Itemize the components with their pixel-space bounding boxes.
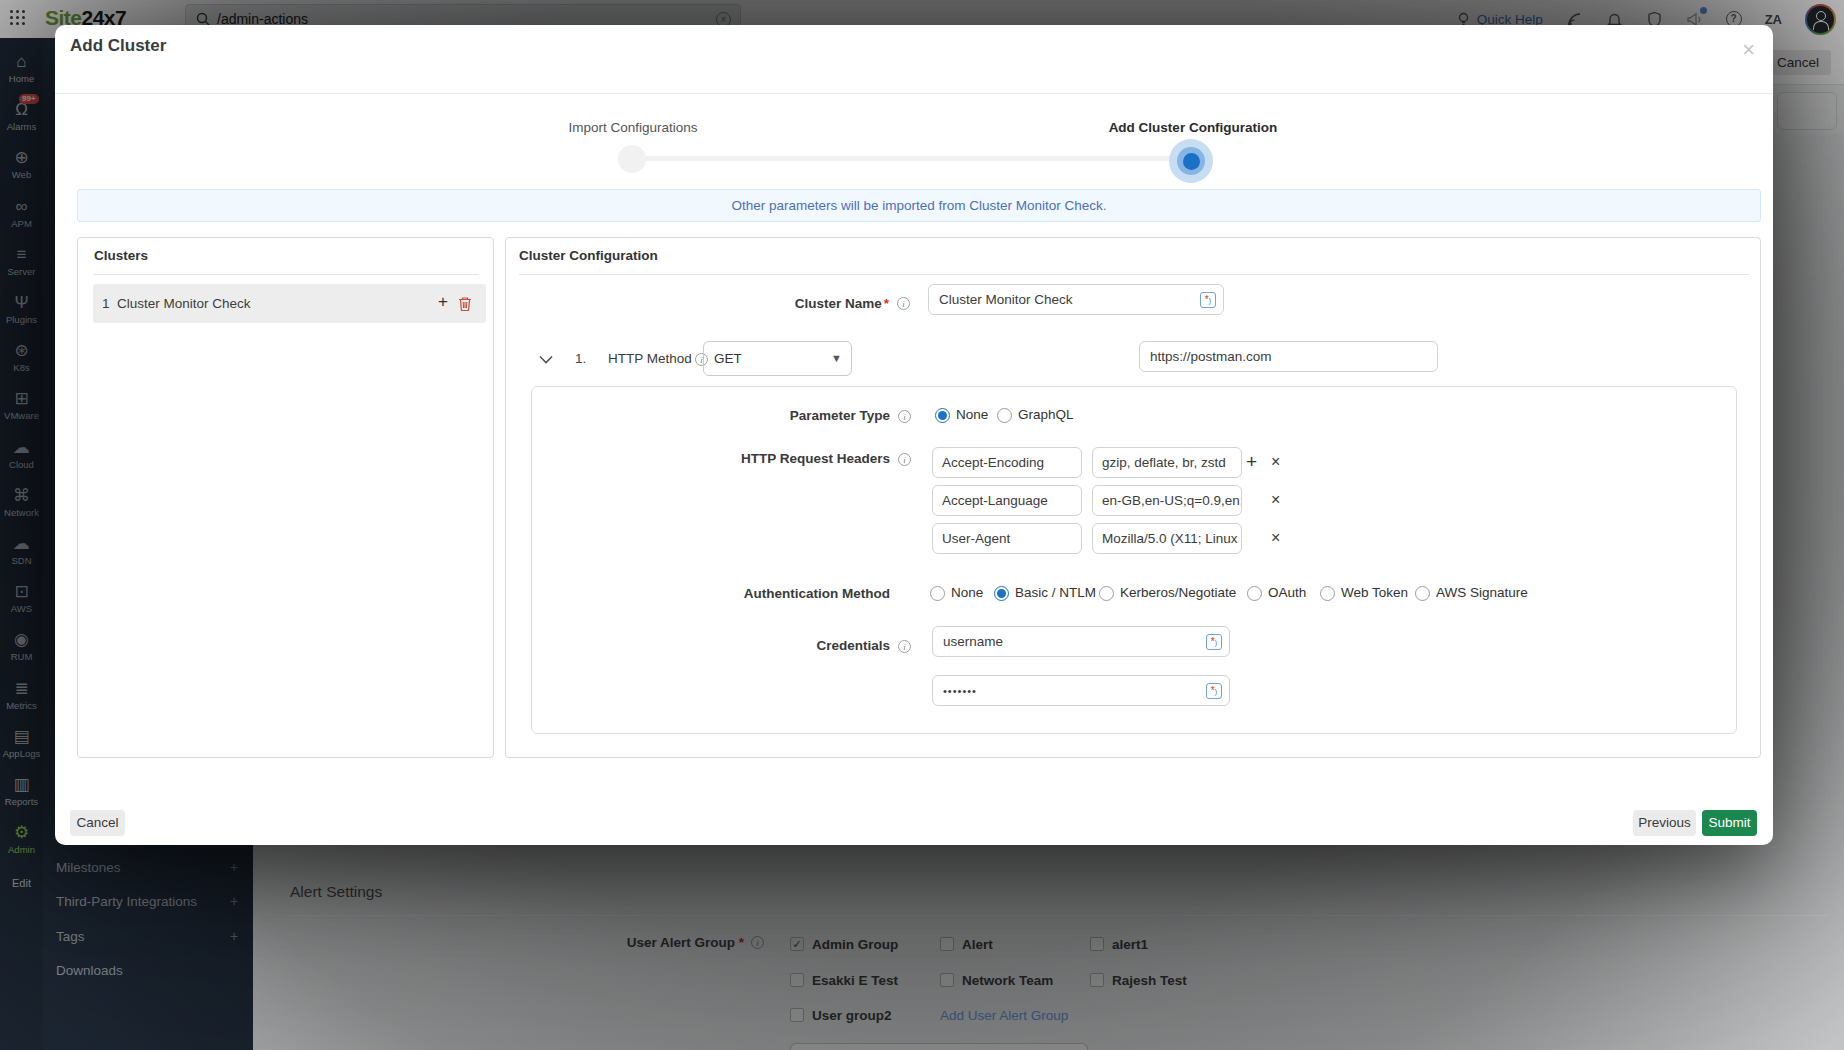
divider <box>519 274 1749 275</box>
radio-label[interactable]: AWS Signature <box>1436 585 1528 600</box>
clusters-panel-title: Clusters <box>94 248 148 263</box>
cancel-button[interactable]: Cancel <box>70 810 125 836</box>
radio-aws-signature[interactable] <box>1415 586 1430 601</box>
radio-label[interactable]: None <box>951 585 983 600</box>
remove-header-icon[interactable]: × <box>1271 530 1280 546</box>
add-cluster-modal: Add Cluster × Import Configurations Add … <box>55 25 1773 845</box>
info-icon[interactable]: i <box>898 453 911 466</box>
cluster-name-input[interactable]: Cluster Monitor Check *) <box>928 284 1224 315</box>
http-method-label: HTTP Method <box>608 351 692 366</box>
radio-label[interactable]: Basic / NTLM <box>1015 585 1096 600</box>
url-input[interactable]: https://postman.com <box>1139 341 1438 372</box>
authentication-method-label: Authentication Method <box>532 586 890 601</box>
info-icon[interactable]: i <box>897 297 910 310</box>
radio-basic-ntlm[interactable] <box>994 586 1009 601</box>
remove-header-icon[interactable]: × <box>1271 492 1280 508</box>
variable-icon[interactable]: *) <box>1206 683 1222 699</box>
radio-label[interactable]: Kerberos/Negotiate <box>1120 585 1236 600</box>
remove-header-icon[interactable]: × <box>1271 454 1280 470</box>
step-add-cluster-configuration-label: Add Cluster Configuration <box>1093 120 1293 135</box>
modal-title: Add Cluster <box>70 36 166 56</box>
parameter-type-label: Parameter Type <box>532 408 890 423</box>
radio-graphql[interactable] <box>997 408 1012 423</box>
close-icon[interactable]: × <box>1742 39 1755 61</box>
previous-button[interactable]: Previous <box>1633 810 1696 836</box>
header-value-input[interactable]: Mozilla/5.0 (X11; Linux x86_64) AppleWeb… <box>1092 523 1242 554</box>
clusters-panel: Clusters 1 Cluster Monitor Check + <box>77 237 494 758</box>
cluster-list-item[interactable]: 1 Cluster Monitor Check + <box>93 284 486 323</box>
credentials-label: Credentials <box>532 638 890 653</box>
divider <box>94 274 479 275</box>
add-header-icon[interactable]: + <box>1246 452 1257 471</box>
delete-cluster-icon[interactable] <box>458 296 472 311</box>
cluster-name-label: Cluster Name* <box>506 296 889 311</box>
variable-icon[interactable]: *) <box>1206 634 1222 650</box>
username-input[interactable]: username *) <box>932 626 1230 657</box>
divider <box>55 93 1773 94</box>
step-import-configurations-dot[interactable] <box>618 145 646 173</box>
variable-icon[interactable]: *) <box>1200 292 1216 308</box>
header-key-input[interactable]: Accept-Encoding <box>932 447 1082 478</box>
radio-label[interactable]: Web Token <box>1341 585 1408 600</box>
info-icon[interactable]: i <box>898 640 911 653</box>
radio-web-token[interactable] <box>1320 586 1335 601</box>
http-request-headers-label: HTTP Request Headers <box>532 451 890 466</box>
screen: Cancel Alert Settings User Alert Group *… <box>0 0 1844 1050</box>
radio-kerberos-negotiate[interactable] <box>1099 586 1114 601</box>
cluster-configuration-title: Cluster Configuration <box>519 248 658 263</box>
request-settings-group: Parameter Type i None GraphQL HTTP Reques… <box>531 386 1737 734</box>
radio-label[interactable]: OAuth <box>1268 585 1306 600</box>
add-cluster-icon[interactable]: + <box>438 292 448 312</box>
info-icon[interactable]: i <box>898 410 911 423</box>
radio-oauth[interactable] <box>1247 586 1262 601</box>
step-add-cluster-configuration-dot[interactable] <box>1169 139 1213 183</box>
collapse-chevron-icon[interactable] <box>539 355 553 364</box>
header-key-input[interactable]: User-Agent <box>932 523 1082 554</box>
radio-none[interactable] <box>935 408 950 423</box>
submit-button[interactable]: Submit <box>1702 810 1757 836</box>
http-method-select[interactable]: GET▼ <box>703 341 852 376</box>
chevron-down-icon: ▼ <box>831 352 842 364</box>
radio-none[interactable] <box>930 586 945 601</box>
header-key-input[interactable]: Accept-Language <box>932 485 1082 516</box>
radio-label[interactable]: None <box>956 407 988 422</box>
info-banner: Other parameters will be imported from C… <box>77 189 1761 222</box>
header-value-input[interactable]: gzip, deflate, br, zstd <box>1092 447 1242 478</box>
cluster-configuration-panel: Cluster Configuration Cluster Name* i Cl… <box>505 237 1761 758</box>
header-value-input[interactable]: en-GB,en-US;q=0.9,en;q=0.8 <box>1092 485 1242 516</box>
step-number: 1. <box>575 351 586 366</box>
step-import-configurations-label: Import Configurations <box>563 120 703 135</box>
radio-label[interactable]: GraphQL <box>1018 407 1074 422</box>
password-input[interactable]: ••••••• *) <box>932 675 1230 706</box>
stepper-connector <box>646 156 1170 161</box>
